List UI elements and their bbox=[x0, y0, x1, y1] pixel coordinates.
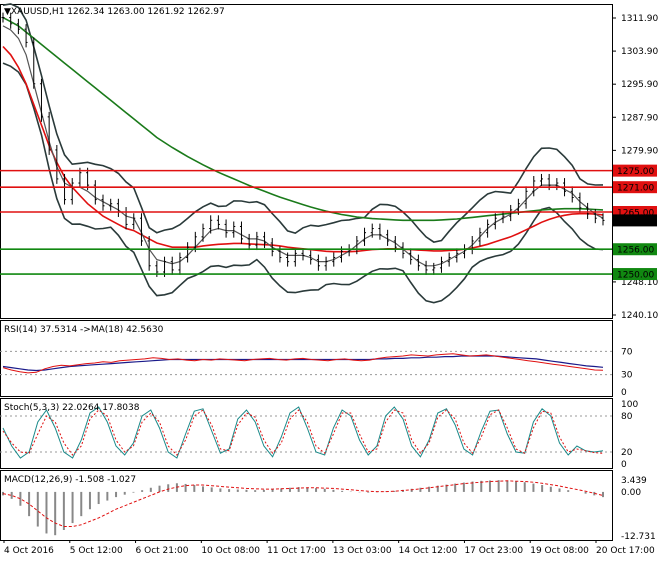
price-axis-label: 1240.10 bbox=[621, 311, 658, 321]
macd-axis-label: 3.439 bbox=[621, 476, 647, 486]
price-axis-label: 1295.90 bbox=[621, 80, 658, 90]
rsi-line bbox=[2, 353, 604, 374]
stoch-axis-label: 0 bbox=[621, 460, 627, 470]
trading-chart[interactable]: 1311.90 1303.90 1295.90 1287.90 1279.90 1248.… bbox=[0, 0, 660, 560]
stoch-axis-label: 100 bbox=[621, 400, 638, 410]
stoch-k-line bbox=[2, 406, 604, 459]
time-axis-label: 13 Oct 03:00 bbox=[333, 546, 392, 556]
current-price-text: 1262.97 bbox=[617, 217, 654, 227]
stoch-axis-label: 20 bbox=[621, 448, 633, 458]
macd-signal-line bbox=[2, 480, 604, 527]
ma-fast-line bbox=[2, 25, 604, 267]
time-axis-label: 14 Oct 12:00 bbox=[399, 546, 458, 556]
time-axis-label: 17 Oct 23:00 bbox=[464, 546, 523, 556]
stoch-title: Stoch(5,3,3) 22.0264 17.8038 bbox=[4, 403, 140, 413]
time-axis-label: 11 Oct 17:00 bbox=[267, 546, 326, 556]
stoch-d-line bbox=[2, 409, 604, 456]
rsi-axis-label: 70 bbox=[621, 347, 633, 357]
chart-canvas[interactable]: 1311.901303.901295.901287.901279.901248.… bbox=[0, 0, 660, 560]
stoch-axis-label: 80 bbox=[621, 412, 633, 422]
level-tag-text: 1250.00 bbox=[617, 271, 654, 281]
price-panel-frame bbox=[0, 4, 613, 319]
time-axis-label: 19 Oct 08:00 bbox=[530, 546, 589, 556]
symbol-header: ▼XAUUSD,H1 1262.34 1263.00 1261.92 1262.… bbox=[4, 7, 225, 17]
price-axis-label: 1311.90 bbox=[621, 14, 658, 24]
level-tag-text: 1275.00 bbox=[617, 167, 654, 177]
macd-axis-label: 0.00 bbox=[621, 488, 641, 498]
level-tag-text: 1271.00 bbox=[617, 184, 654, 194]
time-axis-label: 6 Oct 21:00 bbox=[136, 546, 189, 556]
time-axis-label: 20 Oct 17:00 bbox=[596, 546, 655, 556]
rsi-axis-label: 0 bbox=[621, 388, 627, 398]
time-axis-label: 4 Oct 2016 bbox=[4, 546, 54, 556]
ma-red-line bbox=[2, 45, 604, 253]
price-axis-label: 1303.90 bbox=[621, 47, 658, 57]
time-axis-label: 5 Oct 12:00 bbox=[70, 546, 123, 556]
price-axis-label: 1287.90 bbox=[621, 113, 658, 123]
rsi-title: RSI(14) 37.5314 ->MA(18) 42.5630 bbox=[4, 325, 164, 335]
level-tag-text: 1256.00 bbox=[617, 246, 654, 256]
time-axis-label: 10 Oct 08:00 bbox=[201, 546, 260, 556]
macd-axis-label: -12.731 bbox=[621, 532, 656, 542]
macd-title: MACD(12,26,9) -1.508 -1.027 bbox=[4, 475, 136, 485]
rsi-axis-label: 30 bbox=[621, 371, 633, 381]
bollinger-upper-line bbox=[2, 3, 604, 243]
bollinger-lower-line bbox=[2, 62, 604, 304]
price-axis-label: 1279.90 bbox=[621, 146, 658, 156]
